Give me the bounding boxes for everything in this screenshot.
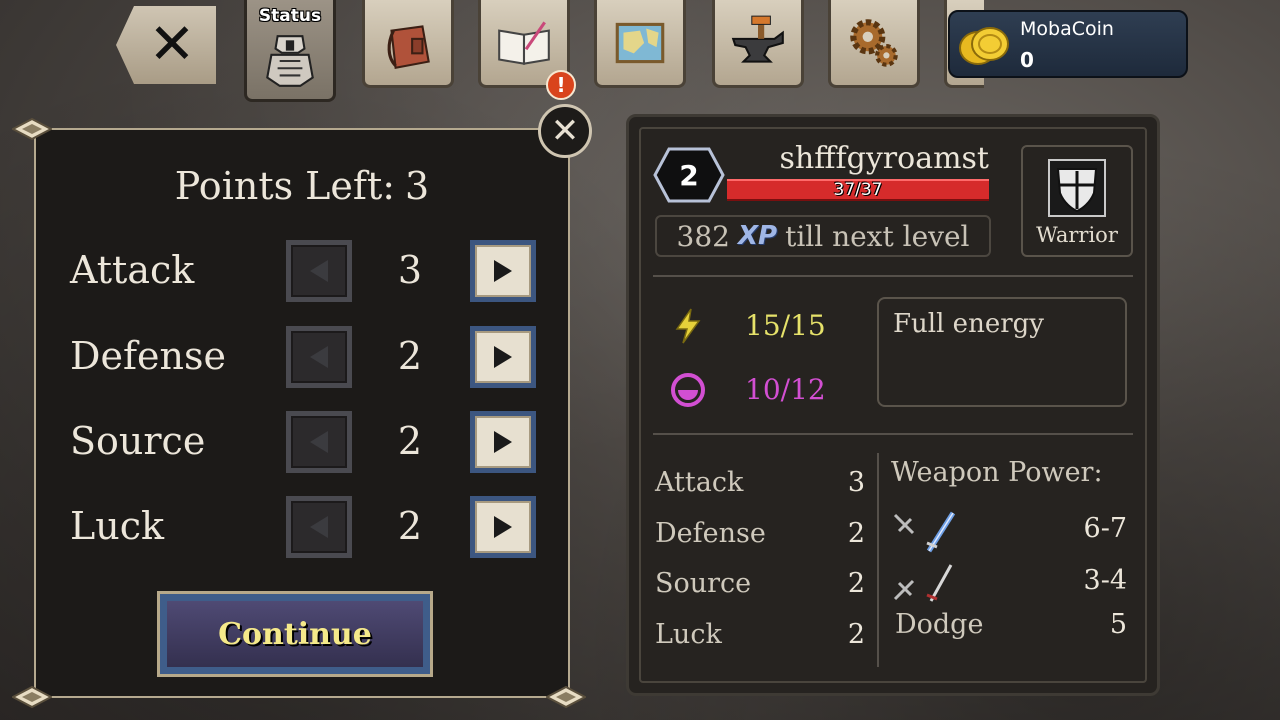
tab-map[interactable] (594, 0, 686, 88)
tab-settings[interactable] (828, 0, 920, 88)
player-name: shfffgyroamst (779, 141, 989, 176)
bag-icon (387, 24, 430, 69)
stat-name: Defense (70, 334, 226, 378)
source-value: 10/12 (745, 373, 826, 406)
xp-tag: XP (737, 221, 778, 251)
decrease-luck-button[interactable] (286, 496, 352, 558)
xp-remaining: 382 (676, 219, 730, 253)
alert-badge: ! (546, 70, 576, 100)
arrow-right-icon (494, 346, 512, 368)
stat-value: 2 (397, 504, 423, 548)
column-divider (877, 453, 879, 667)
continue-button[interactable]: Continue (157, 591, 433, 677)
attribute-name: Luck (655, 619, 722, 650)
health-text: 37/37 (833, 180, 883, 200)
source-orb-icon (671, 373, 705, 407)
currency-name: MobaCoin (1020, 18, 1114, 40)
weapon-row-primary: 6-7 (891, 509, 1127, 553)
energy-status-text: Full energy (893, 309, 1044, 339)
book-icon (498, 20, 550, 65)
stat-name: Luck (70, 504, 165, 548)
attribute-name: Source (655, 568, 752, 599)
attribute-name: Defense (655, 518, 766, 549)
lightning-icon (675, 308, 701, 344)
points-left-value: 3 (405, 164, 430, 208)
stat-row-luck: Luck 2 (36, 496, 572, 566)
tab-status-label: Status (258, 6, 322, 26)
panel-corner-ornament (12, 686, 52, 708)
dodge-value: 5 (1109, 609, 1127, 640)
energy-status-box: Full energy (877, 297, 1127, 407)
attribute-value: 2 (847, 518, 865, 549)
weapon-power-value: 3-4 (1083, 565, 1127, 596)
stat-value: 2 (397, 419, 423, 463)
arrow-left-icon (310, 516, 328, 538)
weapon-row-secondary: 3-4 (891, 561, 1127, 605)
stat-value: 3 (397, 248, 423, 292)
arrow-left-icon (310, 260, 328, 282)
decrease-source-button[interactable] (286, 411, 352, 473)
armor-icon (266, 34, 314, 87)
attribute-value: 2 (847, 619, 865, 650)
arrow-right-icon (494, 260, 512, 282)
stat-name: Source (70, 419, 206, 463)
health-bar: 37/37 (727, 179, 989, 201)
map-icon (615, 22, 665, 63)
decrease-attack-button[interactable] (286, 240, 352, 302)
tab-smithy[interactable] (712, 0, 804, 88)
attribute-row: Attack 3 (655, 467, 865, 507)
attribute-value: 3 (847, 467, 865, 498)
level-badge: 2 (653, 147, 725, 203)
arrow-right-icon (494, 516, 512, 538)
points-left: Points Left: 3 (36, 164, 568, 208)
panel-corner-ornament (546, 686, 586, 708)
arrow-right-icon (494, 431, 512, 453)
class-name: Warrior (1036, 223, 1118, 247)
class-badge: Warrior (1021, 145, 1133, 257)
stat-value: 2 (397, 334, 423, 378)
xp-progress-box: 382 XP till next level (655, 215, 991, 257)
increase-attack-button[interactable] (470, 240, 536, 302)
tab-inventory[interactable] (362, 0, 454, 88)
points-left-label: Points Left: (174, 164, 396, 208)
panel-corner-ornament (12, 118, 52, 140)
currency-value: 0 (1020, 48, 1034, 72)
attribute-row: Luck 2 (655, 619, 865, 659)
currency-display: MobaCoin 0 (948, 10, 1188, 78)
attribute-name: Attack (655, 467, 744, 498)
weapon-power-value: 6-7 (1083, 513, 1127, 544)
anvil-icon (731, 15, 784, 63)
stat-row-attack: Attack 3 (36, 240, 572, 310)
coin-icon (959, 27, 1009, 65)
decrease-defense-button[interactable] (286, 326, 352, 388)
weapon-power-label: Weapon Power: (891, 457, 1103, 488)
back-close-button[interactable]: ✕ (116, 6, 216, 84)
divider (653, 433, 1133, 435)
increase-source-button[interactable] (470, 411, 536, 473)
close-icon: ✕ (148, 12, 196, 77)
attribute-row: Defense 2 (655, 518, 865, 558)
divider (653, 275, 1133, 277)
increase-luck-button[interactable] (470, 496, 536, 558)
panel-close-button[interactable]: ✕ (538, 104, 592, 158)
attribute-value: 2 (847, 568, 865, 599)
magic-sword-icon (893, 511, 956, 553)
sword-icon (893, 564, 953, 602)
increase-defense-button[interactable] (470, 326, 536, 388)
shield-icon (1048, 159, 1106, 217)
arrow-left-icon (310, 346, 328, 368)
level-value: 2 (679, 158, 699, 192)
dodge-label: Dodge (895, 609, 984, 640)
points-allocation-panel: Points Left: 3 Attack 3 Defense 2 Source … (34, 128, 570, 698)
stat-row-source: Source 2 (36, 411, 572, 481)
gear-icon (850, 18, 898, 67)
tab-status[interactable]: Status (244, 0, 336, 102)
attribute-row: Source 2 (655, 568, 865, 608)
stat-row-defense: Defense 2 (36, 326, 572, 396)
energy-value: 15/15 (745, 309, 826, 342)
arrow-left-icon (310, 431, 328, 453)
character-sheet-panel: 2 shfffgyroamst 37/37 382 XP till next l… (626, 114, 1160, 696)
xp-suffix: till next level (785, 219, 970, 253)
stat-name: Attack (70, 248, 195, 292)
